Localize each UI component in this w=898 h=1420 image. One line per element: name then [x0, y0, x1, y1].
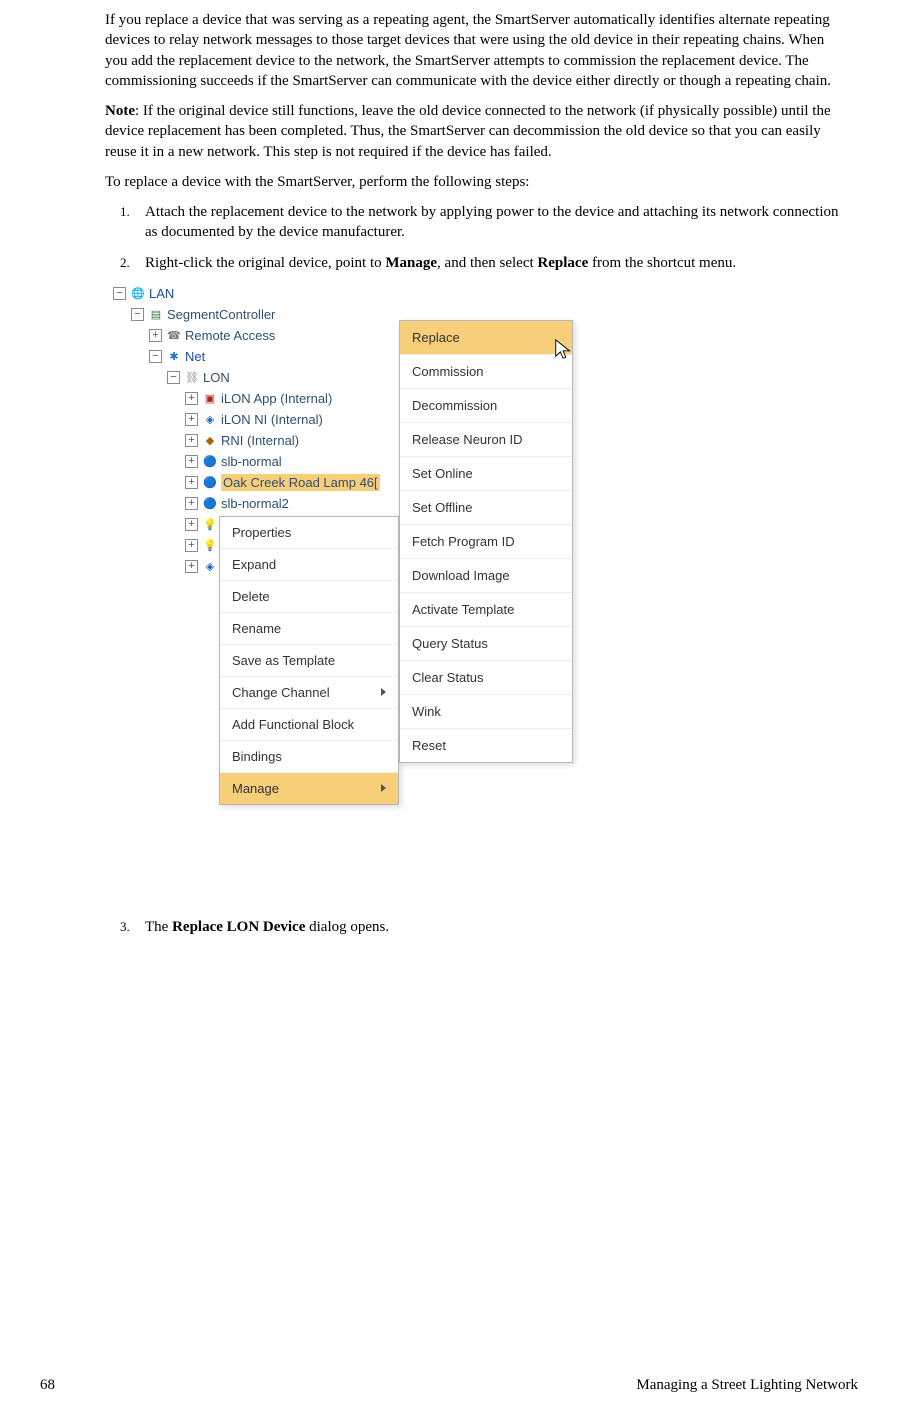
expand-icon[interactable]: +: [185, 497, 198, 510]
menu-manage[interactable]: Manage: [220, 772, 398, 804]
lan-icon: 🌐: [130, 285, 146, 301]
remote-icon: ☎: [166, 327, 182, 343]
submenu-fetch-pid[interactable]: Fetch Program ID: [400, 524, 572, 558]
lon-icon: ⛓: [184, 369, 200, 385]
tree-node-rni[interactable]: RNI (Internal): [221, 433, 299, 448]
submenu-commission[interactable]: Commission: [400, 354, 572, 388]
submenu-reset[interactable]: Reset: [400, 728, 572, 762]
expand-icon[interactable]: +: [185, 455, 198, 468]
controller-icon: ▤: [148, 306, 164, 322]
tree-node-remote[interactable]: Remote Access: [185, 328, 275, 343]
submenu-activate-template[interactable]: Activate Template: [400, 592, 572, 626]
expand-icon[interactable]: +: [185, 539, 198, 552]
step-3: The Replace LON Device dialog opens.: [133, 917, 848, 937]
manage-bold: Manage: [385, 255, 437, 271]
device-icon: ◈: [202, 411, 218, 427]
submenu-set-offline[interactable]: Set Offline: [400, 490, 572, 524]
submenu-arrow-icon: [381, 688, 386, 696]
submenu-download-image[interactable]: Download Image: [400, 558, 572, 592]
tree-node-ilon-app[interactable]: iLON App (Internal): [221, 391, 332, 406]
tree-node-net[interactable]: Net: [185, 349, 205, 364]
collapse-icon[interactable]: −: [167, 371, 180, 384]
menu-delete[interactable]: Delete: [220, 580, 398, 612]
menu-properties[interactable]: Properties: [220, 517, 398, 548]
tree-node-oak-creek[interactable]: Oak Creek Road Lamp 46[: [221, 474, 380, 491]
submenu-wink[interactable]: Wink: [400, 694, 572, 728]
expand-icon[interactable]: +: [185, 518, 198, 531]
expand-icon[interactable]: +: [185, 413, 198, 426]
device-icon: 🔵: [202, 474, 218, 490]
tree-node-lan[interactable]: LAN: [149, 286, 174, 301]
paragraph-steps-intro: To replace a device with the SmartServer…: [105, 172, 848, 192]
paragraph-note: Note: If the original device still funct…: [105, 101, 848, 162]
page-number: 68: [40, 1377, 55, 1394]
submenu-release-nid[interactable]: Release Neuron ID: [400, 422, 572, 456]
device-icon: 🔵: [202, 453, 218, 469]
device-icon: ◈: [202, 558, 218, 574]
menu-change-channel[interactable]: Change Channel: [220, 676, 398, 708]
context-menu-screenshot: − 🌐 LAN − ▤ SegmentController + ☎ Remote…: [113, 283, 848, 903]
menu-save-template[interactable]: Save as Template: [220, 644, 398, 676]
tree-node-segmentcontroller[interactable]: SegmentController: [167, 307, 275, 322]
expand-icon[interactable]: +: [185, 476, 198, 489]
lamp-icon: 💡: [202, 516, 218, 532]
footer-title: Managing a Street Lighting Network: [636, 1377, 858, 1394]
dialog-name-bold: Replace LON Device: [172, 919, 305, 935]
collapse-icon[interactable]: −: [149, 350, 162, 363]
menu-rename[interactable]: Rename: [220, 612, 398, 644]
submenu-replace[interactable]: Replace: [400, 321, 572, 354]
net-icon: ✱: [166, 348, 182, 364]
step-1: Attach the replacement device to the net…: [133, 202, 848, 243]
replace-bold: Replace: [537, 255, 588, 271]
menu-bindings[interactable]: Bindings: [220, 740, 398, 772]
expand-icon[interactable]: +: [149, 329, 162, 342]
expand-icon[interactable]: +: [185, 560, 198, 573]
lamp-icon: 💡: [202, 537, 218, 553]
context-menu: Properties Expand Delete Rename Save as …: [219, 516, 399, 805]
collapse-icon[interactable]: −: [113, 287, 126, 300]
expand-icon[interactable]: +: [185, 434, 198, 447]
submenu-arrow-icon: [381, 784, 386, 792]
menu-add-fb[interactable]: Add Functional Block: [220, 708, 398, 740]
tree-node-slb-normal2[interactable]: slb-normal2: [221, 496, 289, 511]
device-icon: ▣: [202, 390, 218, 406]
tree-node-ilon-ni[interactable]: iLON NI (Internal): [221, 412, 323, 427]
menu-expand[interactable]: Expand: [220, 548, 398, 580]
note-rest: : If the original device still functions…: [105, 103, 831, 160]
step-2: Right-click the original device, point t…: [133, 253, 848, 273]
submenu-decommission[interactable]: Decommission: [400, 388, 572, 422]
expand-icon[interactable]: +: [185, 392, 198, 405]
paragraph-intro: If you replace a device that was serving…: [105, 10, 848, 91]
tree-node-slb-normal[interactable]: slb-normal: [221, 454, 282, 469]
submenu-query-status[interactable]: Query Status: [400, 626, 572, 660]
device-icon: ◆: [202, 432, 218, 448]
device-icon: 🔵: [202, 495, 218, 511]
collapse-icon[interactable]: −: [131, 308, 144, 321]
note-label: Note: [105, 103, 135, 119]
submenu-set-online[interactable]: Set Online: [400, 456, 572, 490]
tree-node-lon[interactable]: LON: [203, 370, 230, 385]
submenu-clear-status[interactable]: Clear Status: [400, 660, 572, 694]
manage-submenu: Replace Commission Decommission Release …: [399, 320, 573, 763]
